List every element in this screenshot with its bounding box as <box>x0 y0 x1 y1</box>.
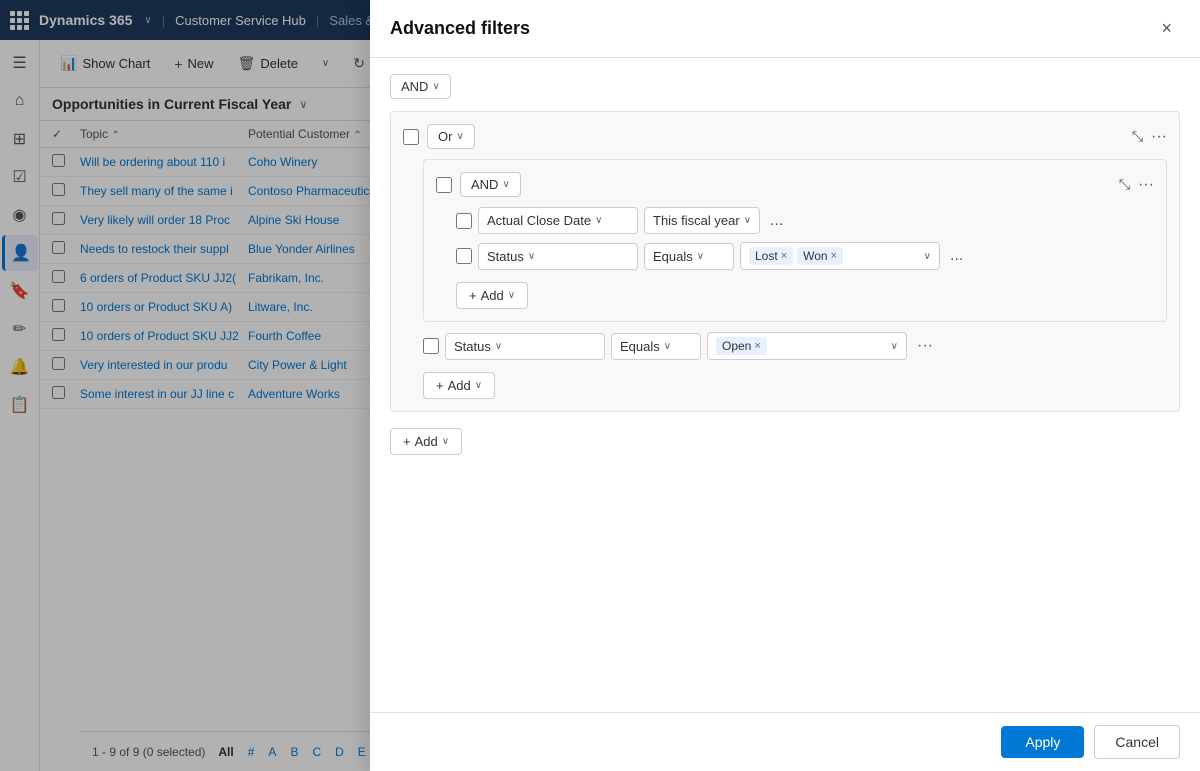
apply-button[interactable]: Apply <box>1001 726 1084 758</box>
row2-field-chevron: ∨ <box>528 251 535 262</box>
and-group-collapse-button[interactable]: ⤡ <box>1119 176 1130 193</box>
filter-row-2: Status ∨ Equals ∨ Lost <box>456 242 1154 270</box>
or-chevron-icon: ∨ <box>456 131 463 142</box>
or-add-chevron-icon: ∨ <box>475 380 482 391</box>
and-group-rows: Actual Close Date ∨ This fiscal year ∨ .… <box>456 207 1154 309</box>
row2-checkbox[interactable] <box>456 248 472 264</box>
modal-title: Advanced filters <box>390 18 530 39</box>
row2-value-chevron: ∨ <box>924 251 931 262</box>
filter-row-1: Actual Close Date ∨ This fiscal year ∨ .… <box>456 207 1154 234</box>
row1-field-chevron: ∨ <box>595 215 602 226</box>
and-chevron-icon: ∨ <box>502 179 509 190</box>
add-plus-icon: + <box>469 288 477 303</box>
or-group-collapse-button[interactable]: ⤡ <box>1132 128 1143 145</box>
row2-value-container: Lost × Won × ∨ <box>740 242 940 270</box>
modal-body: AND ∨ Or ∨ ⤡ ··· <box>370 58 1200 712</box>
row2-op-chevron: ∨ <box>697 251 704 262</box>
modal-header: Advanced filters × <box>370 0 1200 58</box>
outer-tag-open: Open × <box>716 337 767 355</box>
outer-value-chevron: ∨ <box>891 341 898 352</box>
row1-checkbox[interactable] <box>456 213 472 229</box>
outer-filter-row: Status ∨ Equals ∨ Open × <box>423 332 1167 360</box>
cancel-button[interactable]: Cancel <box>1094 725 1180 759</box>
outer-row-more-button[interactable]: ··· <box>913 337 937 355</box>
and-group: AND ∨ ⤡ ··· <box>423 159 1167 322</box>
row2-op-select[interactable]: Equals ∨ <box>644 243 734 270</box>
row2-tag-won: Won × <box>797 247 843 265</box>
root-and-operator[interactable]: AND ∨ <box>390 74 451 99</box>
and-group-header: AND ∨ ⤡ ··· <box>436 172 1154 197</box>
add-chevron-icon: ∨ <box>508 290 515 301</box>
or-group: Or ∨ ⤡ ··· <box>390 111 1180 412</box>
outer-op-chevron: ∨ <box>664 341 671 352</box>
outer-row-value-container: Open × ∨ <box>707 332 907 360</box>
or-group-header: Or ∨ ⤡ ··· <box>403 124 1167 149</box>
row1-op-select[interactable]: This fiscal year ∨ <box>644 207 760 234</box>
root-add-button[interactable]: + Add ∨ <box>390 428 462 455</box>
or-group-add-button[interactable]: + Add ∨ <box>423 372 495 399</box>
modal-close-button[interactable]: × <box>1153 14 1180 43</box>
root-add-plus-icon: + <box>403 434 411 449</box>
row2-tag-lost: Lost × <box>749 247 793 265</box>
row1-op-chevron: ∨ <box>744 215 751 226</box>
or-group-more-button[interactable]: ··· <box>1151 128 1167 146</box>
outer-row-op-select[interactable]: Equals ∨ <box>611 333 701 360</box>
root-op-chevron: ∨ <box>432 81 439 92</box>
row1-field-select[interactable]: Actual Close Date ∨ <box>478 207 638 234</box>
outer-row-checkbox[interactable] <box>423 338 439 354</box>
or-group-checkbox[interactable] <box>403 129 419 145</box>
outer-tag-open-remove[interactable]: × <box>754 340 760 352</box>
and-subgroup: AND ∨ ⤡ ··· <box>423 159 1167 399</box>
or-operator-button[interactable]: Or ∨ <box>427 124 475 149</box>
and-group-add-button[interactable]: + Add ∨ <box>456 282 528 309</box>
and-operator-button[interactable]: AND ∨ <box>460 172 521 197</box>
root-add-chevron-icon: ∨ <box>442 436 449 447</box>
and-group-more-button[interactable]: ··· <box>1138 176 1154 194</box>
row2-field-select[interactable]: Status ∨ <box>478 243 638 270</box>
row2-tag-lost-remove[interactable]: × <box>781 250 787 262</box>
modal-footer: Apply Cancel <box>370 712 1200 771</box>
row2-more-button[interactable]: ... <box>946 247 967 265</box>
modal-overlay: Advanced filters × AND ∨ Or <box>0 0 1200 771</box>
row2-tag-won-remove[interactable]: × <box>831 250 837 262</box>
row1-more-button[interactable]: ... <box>766 212 787 230</box>
or-add-plus-icon: + <box>436 378 444 393</box>
outer-row-field-select[interactable]: Status ∨ <box>445 333 605 360</box>
advanced-filters-modal: Advanced filters × AND ∨ Or <box>370 0 1200 771</box>
and-group-checkbox[interactable] <box>436 177 452 193</box>
outer-field-chevron: ∨ <box>495 341 502 352</box>
